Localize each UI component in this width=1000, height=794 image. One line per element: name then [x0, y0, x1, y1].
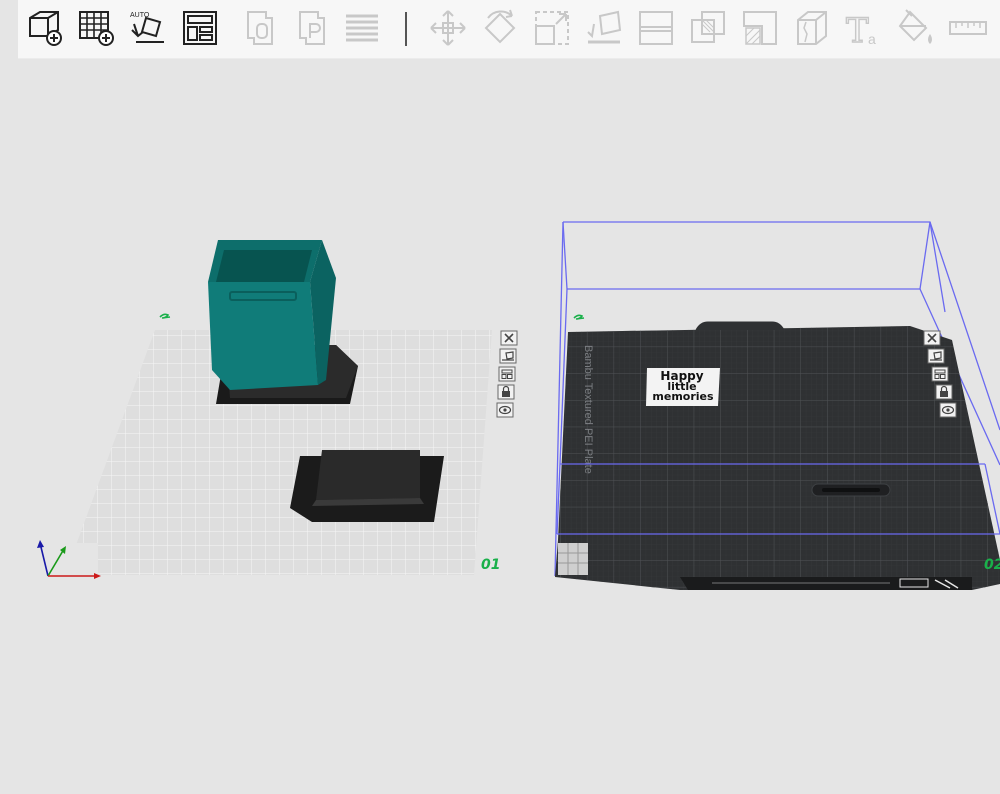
plate-02-corner-marker — [558, 543, 588, 575]
grid-plus-icon — [79, 11, 114, 46]
toolbar-separator — [405, 12, 407, 46]
lay-on-face-button[interactable] — [582, 6, 626, 50]
plate-02-lock-button[interactable] — [935, 384, 953, 400]
seam-paint-icon — [797, 11, 827, 45]
lock-icon — [497, 384, 515, 400]
eye-settings-icon — [496, 402, 514, 418]
cut-icon — [639, 11, 673, 45]
layers-button[interactable] — [340, 6, 384, 50]
cube-plus-icon — [29, 11, 62, 46]
3d-viewport[interactable]: Bambu Textured PEI Plate Happy little me… — [0, 58, 1000, 794]
plate-02-origin-mark — [573, 314, 585, 320]
arrange-button[interactable] — [178, 6, 222, 50]
plate-02-slot-inner — [822, 488, 880, 492]
teal-container-object[interactable] — [208, 240, 358, 404]
orient-icon — [499, 348, 517, 364]
seam-paint-button[interactable] — [790, 6, 834, 50]
orient-icon — [927, 348, 945, 364]
support-paint-button[interactable] — [738, 6, 782, 50]
move-arrows-icon — [430, 10, 466, 46]
container-front — [208, 282, 318, 390]
plate-02-orient-button[interactable] — [927, 348, 945, 364]
arrange-icon — [498, 366, 516, 382]
arrange-icon — [931, 366, 949, 382]
scale-button[interactable] — [530, 6, 574, 50]
plate-02-settings-button[interactable] — [939, 402, 957, 418]
boolean-icon — [691, 11, 725, 43]
lock-icon — [935, 384, 953, 400]
add-plate-button[interactable] — [74, 6, 118, 50]
split-objects-icon — [247, 11, 273, 45]
container-inner — [216, 250, 312, 282]
plate-01-arrange-button[interactable] — [498, 366, 516, 382]
plate-01-lock-button[interactable] — [497, 384, 515, 400]
plate-01-orient-button[interactable] — [499, 348, 517, 364]
text-tool-label-a: a — [868, 31, 876, 47]
plaque-line-3: memories — [652, 390, 714, 403]
plate-01-number: 01 — [481, 557, 501, 573]
plate-02-arrange-button[interactable] — [931, 366, 949, 382]
color-paint-button[interactable] — [894, 6, 938, 50]
split-parts-icon — [299, 11, 325, 45]
plate-02-type-label: Bambu Textured PEI Plate — [582, 345, 594, 474]
rotate-icon — [484, 9, 516, 44]
split-parts-button[interactable] — [290, 6, 334, 50]
add-object-button[interactable] — [22, 6, 66, 50]
scale-icon — [535, 11, 569, 45]
plate-02-handle — [695, 321, 785, 331]
support-paint-icon — [743, 11, 777, 45]
move-button[interactable] — [426, 6, 470, 50]
text-tool-button[interactable]: T a — [842, 6, 886, 50]
black-lid-object[interactable] — [290, 450, 444, 522]
auto-orient-icon: AUTO — [130, 12, 164, 43]
measure-button[interactable] — [946, 6, 990, 50]
rotate-button[interactable] — [478, 6, 522, 50]
lid-top — [316, 450, 420, 500]
plate-01-delete-button[interactable] — [500, 330, 518, 346]
close-icon — [923, 330, 941, 346]
split-objects-button[interactable] — [238, 6, 282, 50]
cut-button[interactable] — [634, 6, 678, 50]
plate-02-delete-button[interactable] — [923, 330, 941, 346]
ruler-icon — [949, 21, 987, 35]
auto-orient-button[interactable]: AUTO — [126, 6, 170, 50]
close-icon — [500, 330, 518, 346]
eye-settings-icon — [939, 402, 957, 418]
plate-01-settings-button[interactable] — [496, 402, 514, 418]
text-tool-label-t: T — [846, 11, 869, 48]
arrange-layout-icon — [183, 11, 217, 45]
main-toolbar: AUTO T a — [18, 0, 1000, 59]
text-icon: T a — [845, 10, 876, 48]
plate-01-origin-mark — [159, 313, 171, 319]
text-plaque-object[interactable]: Happy little memories — [646, 368, 720, 406]
boolean-button[interactable] — [686, 6, 730, 50]
plate-02-number: 02 — [984, 557, 1000, 573]
scene-canvas[interactable]: Bambu Textured PEI Plate Happy little me… — [0, 58, 1000, 794]
lay-on-face-icon — [587, 10, 622, 44]
layers-icon — [346, 14, 378, 42]
paint-bucket-icon — [898, 9, 932, 44]
